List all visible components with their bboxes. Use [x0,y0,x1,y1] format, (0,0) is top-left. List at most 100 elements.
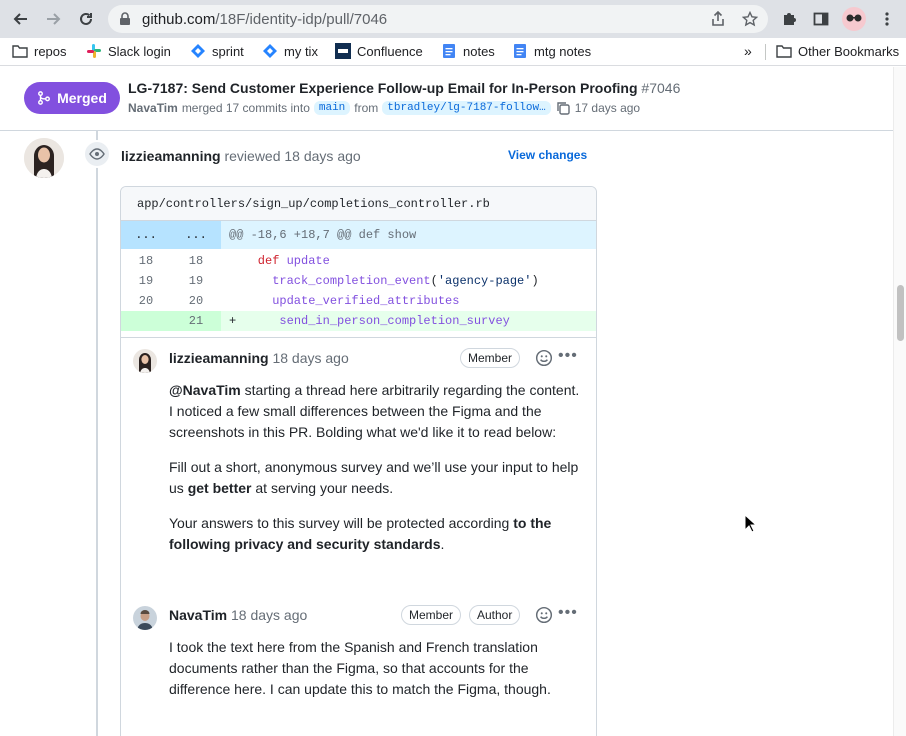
side-panel-icon[interactable] [810,8,832,30]
old-line-number[interactable] [121,311,171,331]
reload-icon[interactable] [75,8,97,30]
merger-name[interactable]: NavaTim [128,101,178,115]
bookmark-confluence[interactable]: Confluence [335,43,423,59]
reviewer-avatar[interactable] [24,138,64,178]
bookmark-mtg-notes[interactable]: mtg notes [512,43,591,59]
bookmark-label: Confluence [357,43,423,59]
copy-icon[interactable] [555,100,571,116]
jira-icon [262,43,278,59]
browser-toolbar: github.com/18F/identity-idp/pull/7046 [0,0,906,38]
member-badge: Member [460,348,521,368]
bookmark-my-tix[interactable]: my tix [262,43,318,59]
add-reaction-icon[interactable] [535,606,553,624]
bookmarks-divider [765,44,766,60]
expand-up-button[interactable]: ... [121,221,171,249]
bookmark-notes[interactable]: notes [441,43,495,59]
review-age[interactable]: 18 days ago [284,148,360,164]
merged-state-badge: Merged [24,82,120,114]
base-branch[interactable]: main [313,101,351,115]
old-line-number[interactable]: 19 [121,271,171,291]
comment-paragraph: Your answers to this survey will be prot… [169,513,580,555]
comment-author[interactable]: NavaTim [169,607,227,623]
old-line-number[interactable]: 18 [121,251,171,271]
profile-avatar[interactable] [842,7,866,31]
folder-icon [12,43,28,59]
comment-header: NavaTim 18 days ago [169,607,307,623]
bookmark-star-icon[interactable] [742,11,758,27]
pr-merge-summary: NavaTim merged 17 commits into main from… [128,100,640,116]
hunk-header-row: ... ... @@ -18,6 +18,7 @@ def show [121,221,596,249]
bookmark-slack-login[interactable]: Slack login [86,43,171,59]
kebab-menu-icon[interactable] [876,8,898,30]
diff-line: 18 18 def update [121,251,596,271]
forward-arrow-icon[interactable] [42,8,64,30]
bookmark-other-bookmarks[interactable]: Other Bookmarks [776,43,899,59]
comment-paragraph: @NavaTim starting a thread here arbitrar… [169,380,580,443]
merged-label: Merged [57,90,107,106]
docs-icon [512,43,528,59]
new-line-number[interactable]: 21 [171,311,221,331]
bookmark-label: Slack login [108,43,171,59]
bookmark-label: mtg notes [534,43,592,59]
folder-icon [776,43,792,59]
diff-code: track_completion_event('agency-page') [229,274,539,288]
eye-icon [83,140,111,168]
old-line-number[interactable]: 20 [121,291,171,311]
code-call: send_in_person_completion_survey [236,314,510,328]
more-options-icon[interactable]: ••• [558,604,578,622]
comment-text: Your answers to this survey will be prot… [169,515,514,531]
review-comment: lizzieamanning 18 days ago Member ••• @N… [121,337,596,595]
diff-file-path[interactable]: app/controllers/sign_up/completions_cont… [121,187,596,221]
reviewer-name[interactable]: lizzieamanning [121,148,221,164]
new-line-number[interactable]: 20 [171,291,221,311]
bookmark-label: my tix [284,43,318,59]
code-call: track_completion_event [229,274,431,288]
site-info-icon[interactable] [119,12,131,26]
page-scrollbar[interactable] [893,67,906,736]
view-changes-link[interactable]: View changes [508,148,587,162]
comment-bold-text: get better [187,480,252,496]
share-icon[interactable] [711,11,725,27]
comment-age[interactable]: 18 days ago [272,350,348,366]
diff-code: + send_in_person_completion_survey [221,311,596,331]
review-header: lizzieamanning reviewed 18 days ago [121,148,361,164]
comment-age[interactable]: 18 days ago [231,607,307,623]
comment-avatar[interactable] [133,349,157,373]
member-badge: Member [401,605,462,625]
expand-down-button[interactable]: ... [171,221,221,249]
scrollbar-thumb[interactable] [897,285,904,341]
comment-paragraph: I took the text here from the Spanish an… [169,639,551,697]
review-comment: NavaTim 18 days ago Member Author ••• I … [121,595,596,725]
add-reaction-icon[interactable] [535,349,553,367]
pr-sticky-header: Merged LG-7187: Send Customer Experience… [0,67,893,131]
back-arrow-icon[interactable] [10,8,32,30]
address-bar[interactable]: github.com/18F/identity-idp/pull/7046 [108,5,768,33]
slack-icon [86,43,102,59]
bookmark-repos[interactable]: repos [12,43,67,59]
author-badge: Author [469,605,521,625]
merge-age: 17 days ago [574,101,641,115]
bookmark-label: Other Bookmarks [798,43,900,59]
user-mention[interactable]: @NavaTim [169,382,241,398]
mouse-cursor-icon [744,514,758,533]
new-line-number[interactable]: 19 [171,271,221,291]
pr-title-text: LG-7187: Send Customer Experience Follow… [128,80,638,96]
diff-line: 20 20 update_verified_attributes [121,291,596,311]
bookmarks-overflow-button[interactable]: » [744,43,752,59]
comment-paragraph: Fill out a short, anonymous survey and w… [169,457,580,499]
pr-number: #7046 [641,80,681,96]
new-line-number[interactable]: 18 [171,251,221,271]
bookmark-sprint[interactable]: sprint [190,43,244,59]
code-function: update [286,254,330,268]
bookmark-label: repos [34,43,67,59]
comment-author[interactable]: lizzieamanning [169,350,269,366]
comment-avatar[interactable] [133,606,157,630]
diff-code: def update [221,251,596,271]
head-branch[interactable]: tbradley/lg-7187-follow… [382,101,551,115]
extensions-puzzle-icon[interactable] [778,8,800,30]
url-text: github.com/18F/identity-idp/pull/7046 [142,11,388,28]
more-options-icon[interactable]: ••• [558,347,578,365]
review-action: reviewed [224,148,281,164]
pr-title[interactable]: LG-7187: Send Customer Experience Follow… [128,80,680,96]
code-keyword: def [229,254,287,268]
